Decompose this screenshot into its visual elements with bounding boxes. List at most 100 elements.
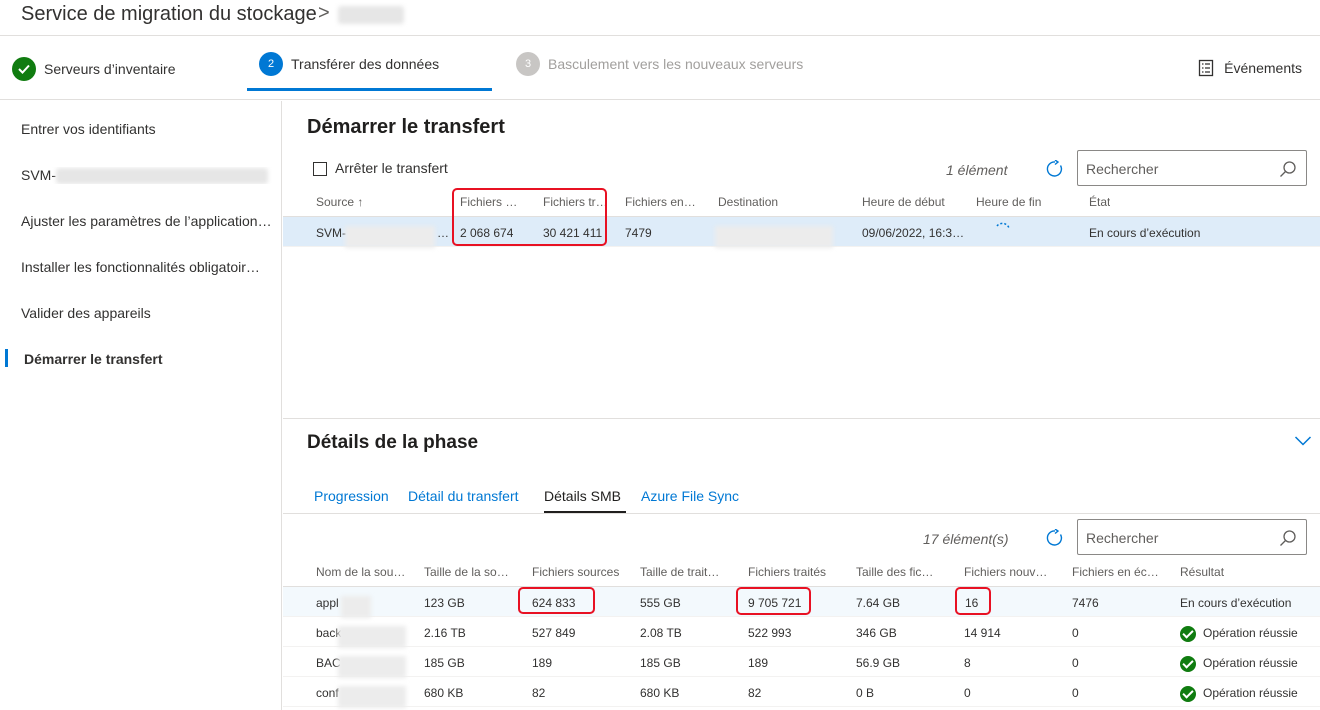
sidebar-item-validate-devices[interactable]: Valider des appareils (21, 305, 277, 321)
table-row[interactable]: BAC 185 GB 189 185 GB 189 56.9 GB 8 0 Op… (283, 647, 1320, 678)
active-item-indicator (5, 349, 8, 367)
events-button[interactable]: Événements (1198, 59, 1302, 77)
step-label: Serveurs d’inventaire (44, 60, 176, 77)
item-count: 1 élément (946, 162, 1008, 178)
cell-size-files: 0 B (856, 686, 875, 700)
search-input[interactable]: Rechercher (1077, 519, 1307, 555)
search-placeholder: Rechercher (1086, 161, 1159, 177)
cell-files-new: 8 (964, 656, 971, 670)
sidebar-item-install-features[interactable]: Installer les fonctionnalités obligatoir… (21, 259, 277, 275)
table-header: Nom de la sou… Taille de la sou… Fichier… (283, 557, 1320, 587)
sort-arrow-up-icon: ↑ (357, 195, 364, 209)
column-end-time[interactable]: Heure de fin (976, 195, 1041, 209)
breadcrumb-header: Service de migration du stockage > (0, 0, 1320, 36)
column-destination[interactable]: Destination (718, 195, 778, 209)
sidebar-item-svm[interactable]: SVM- (21, 167, 277, 185)
sidebar-item-label: Démarrer le transfert (24, 351, 163, 367)
cell-result: En cours d’exécution (1180, 596, 1292, 610)
cell-size-src: 680 KB (424, 686, 464, 700)
column-files-size[interactable]: Taille des fichi… (856, 565, 940, 579)
step-inventory[interactable]: Serveurs d’inventaire (12, 37, 176, 100)
cell-files-proc: 189 (748, 656, 769, 670)
column-processed-files[interactable]: Fichiers traités (748, 565, 843, 579)
cell-size-files: 7.64 GB (856, 596, 901, 610)
cell-files-new: 0 (964, 686, 971, 700)
table-row[interactable]: conf 680 KB 82 680 KB 82 0 B 0 0 Opérati… (283, 677, 1320, 708)
search-placeholder: Rechercher (1086, 530, 1159, 546)
cell-result: Opération réussie (1180, 626, 1298, 642)
table-header: Source ↑ Fichiers s… Fichiers tr… Fichie… (283, 187, 1320, 217)
section-title: Démarrer le transfert (307, 116, 505, 138)
column-files-error[interactable]: Fichiers en … (625, 195, 697, 209)
cell-size-files: 346 GB (856, 626, 897, 640)
highlight-box (518, 587, 595, 614)
sidebar-item-credentials[interactable]: Entrer vos identifiants (21, 121, 277, 137)
tab-transfer-detail[interactable]: Détail du transfert (408, 488, 519, 504)
success-check-icon (1180, 656, 1196, 672)
table-row[interactable]: SVM- … 2 068 674 30 421 411 7479 09/06/2… (283, 217, 1320, 248)
wizard-steps: Serveurs d’inventaire 2 Transférer des d… (0, 37, 1320, 100)
success-check-icon (1180, 626, 1196, 642)
tab-divider (283, 513, 1320, 514)
redacted-text (56, 168, 268, 185)
step-transfer[interactable]: 2 Transférer des données (259, 32, 439, 95)
tab-progression[interactable]: Progression (314, 488, 389, 504)
column-state[interactable]: État (1089, 195, 1110, 209)
search-icon (1280, 530, 1296, 546)
highlight-box (955, 587, 991, 615)
column-source-name[interactable]: Nom de la sou… (316, 565, 406, 579)
cell-files-fail: 7476 (1072, 596, 1099, 610)
redacted-text (341, 596, 371, 618)
stop-transfer-label[interactable]: Arrêter le transfert (335, 160, 448, 176)
breadcrumb-redacted-item[interactable] (338, 6, 404, 24)
step-number: 2 (259, 51, 283, 76)
sidebar: Entrer vos identifiants SVM- Ajuster les… (0, 101, 282, 710)
chevron-down-icon[interactable] (1294, 435, 1312, 447)
redacted-text (338, 656, 406, 678)
refresh-icon[interactable] (1046, 529, 1064, 547)
cell-size-proc: 680 KB (640, 686, 680, 700)
page-title: Service de migration du stockage (21, 3, 317, 25)
cell-name: conf (316, 686, 339, 700)
stop-transfer-checkbox[interactable] (313, 162, 327, 176)
redacted-text (338, 686, 406, 708)
checkmark-icon (12, 56, 36, 81)
tab-smb-details[interactable]: Détails SMB (544, 488, 621, 504)
cell-files-src: 189 (532, 656, 553, 670)
section-title: Détails de la phase (307, 432, 479, 453)
column-source-files[interactable]: Fichiers sources (532, 565, 627, 579)
step-label: Basculement vers les nouveaux serveurs (548, 55, 804, 72)
cell-files-src: 82 (532, 686, 546, 700)
column-start-time[interactable]: Heure de début (862, 195, 945, 209)
cell-destination-redacted (715, 226, 833, 248)
cell-size-proc: 2.08 TB (640, 626, 682, 640)
sidebar-item-label: Entrer vos identifiants (21, 121, 156, 137)
sidebar-item-adjust-settings[interactable]: Ajuster les paramètres de l’application… (21, 213, 277, 229)
refresh-icon[interactable] (1046, 160, 1064, 178)
column-new-files[interactable]: Fichiers nouve… (964, 565, 1052, 579)
item-count: 17 élément(s) (923, 531, 1009, 547)
highlight-box (736, 587, 811, 615)
redacted-text (338, 626, 406, 648)
tab-azure-file-sync[interactable]: Azure File Sync (641, 488, 739, 504)
sidebar-item-label: SVM- (21, 167, 56, 183)
search-input[interactable]: Rechercher (1077, 150, 1307, 186)
column-failed-files[interactable]: Fichiers en éch… (1072, 565, 1162, 579)
cell-size-src: 123 GB (424, 596, 465, 610)
column-source-size[interactable]: Taille de la sou… (424, 565, 514, 579)
sidebar-item-label: Valider des appareils (21, 305, 151, 321)
cell-result: Opération réussie (1180, 686, 1298, 702)
column-result[interactable]: Résultat (1180, 565, 1224, 579)
sidebar-item-label: Ajuster les paramètres de l’application… (21, 213, 272, 229)
success-check-icon (1180, 686, 1196, 702)
cell-state: En cours d’exécution (1089, 226, 1201, 240)
cell-size-proc: 555 GB (640, 596, 681, 610)
cell-files-proc: 522 993 (748, 626, 792, 640)
column-source[interactable]: Source ↑ (316, 195, 363, 209)
sidebar-item-start-transfer[interactable]: Démarrer le transfert (24, 351, 280, 367)
table-row[interactable]: back 2.16 TB 527 849 2.08 TB 522 993 346… (283, 617, 1320, 648)
cell-files-fail: 0 (1072, 626, 1079, 640)
search-icon (1280, 161, 1296, 177)
step-label: Transférer des données (291, 55, 440, 72)
column-processed-size[interactable]: Taille de traite… (640, 565, 726, 579)
